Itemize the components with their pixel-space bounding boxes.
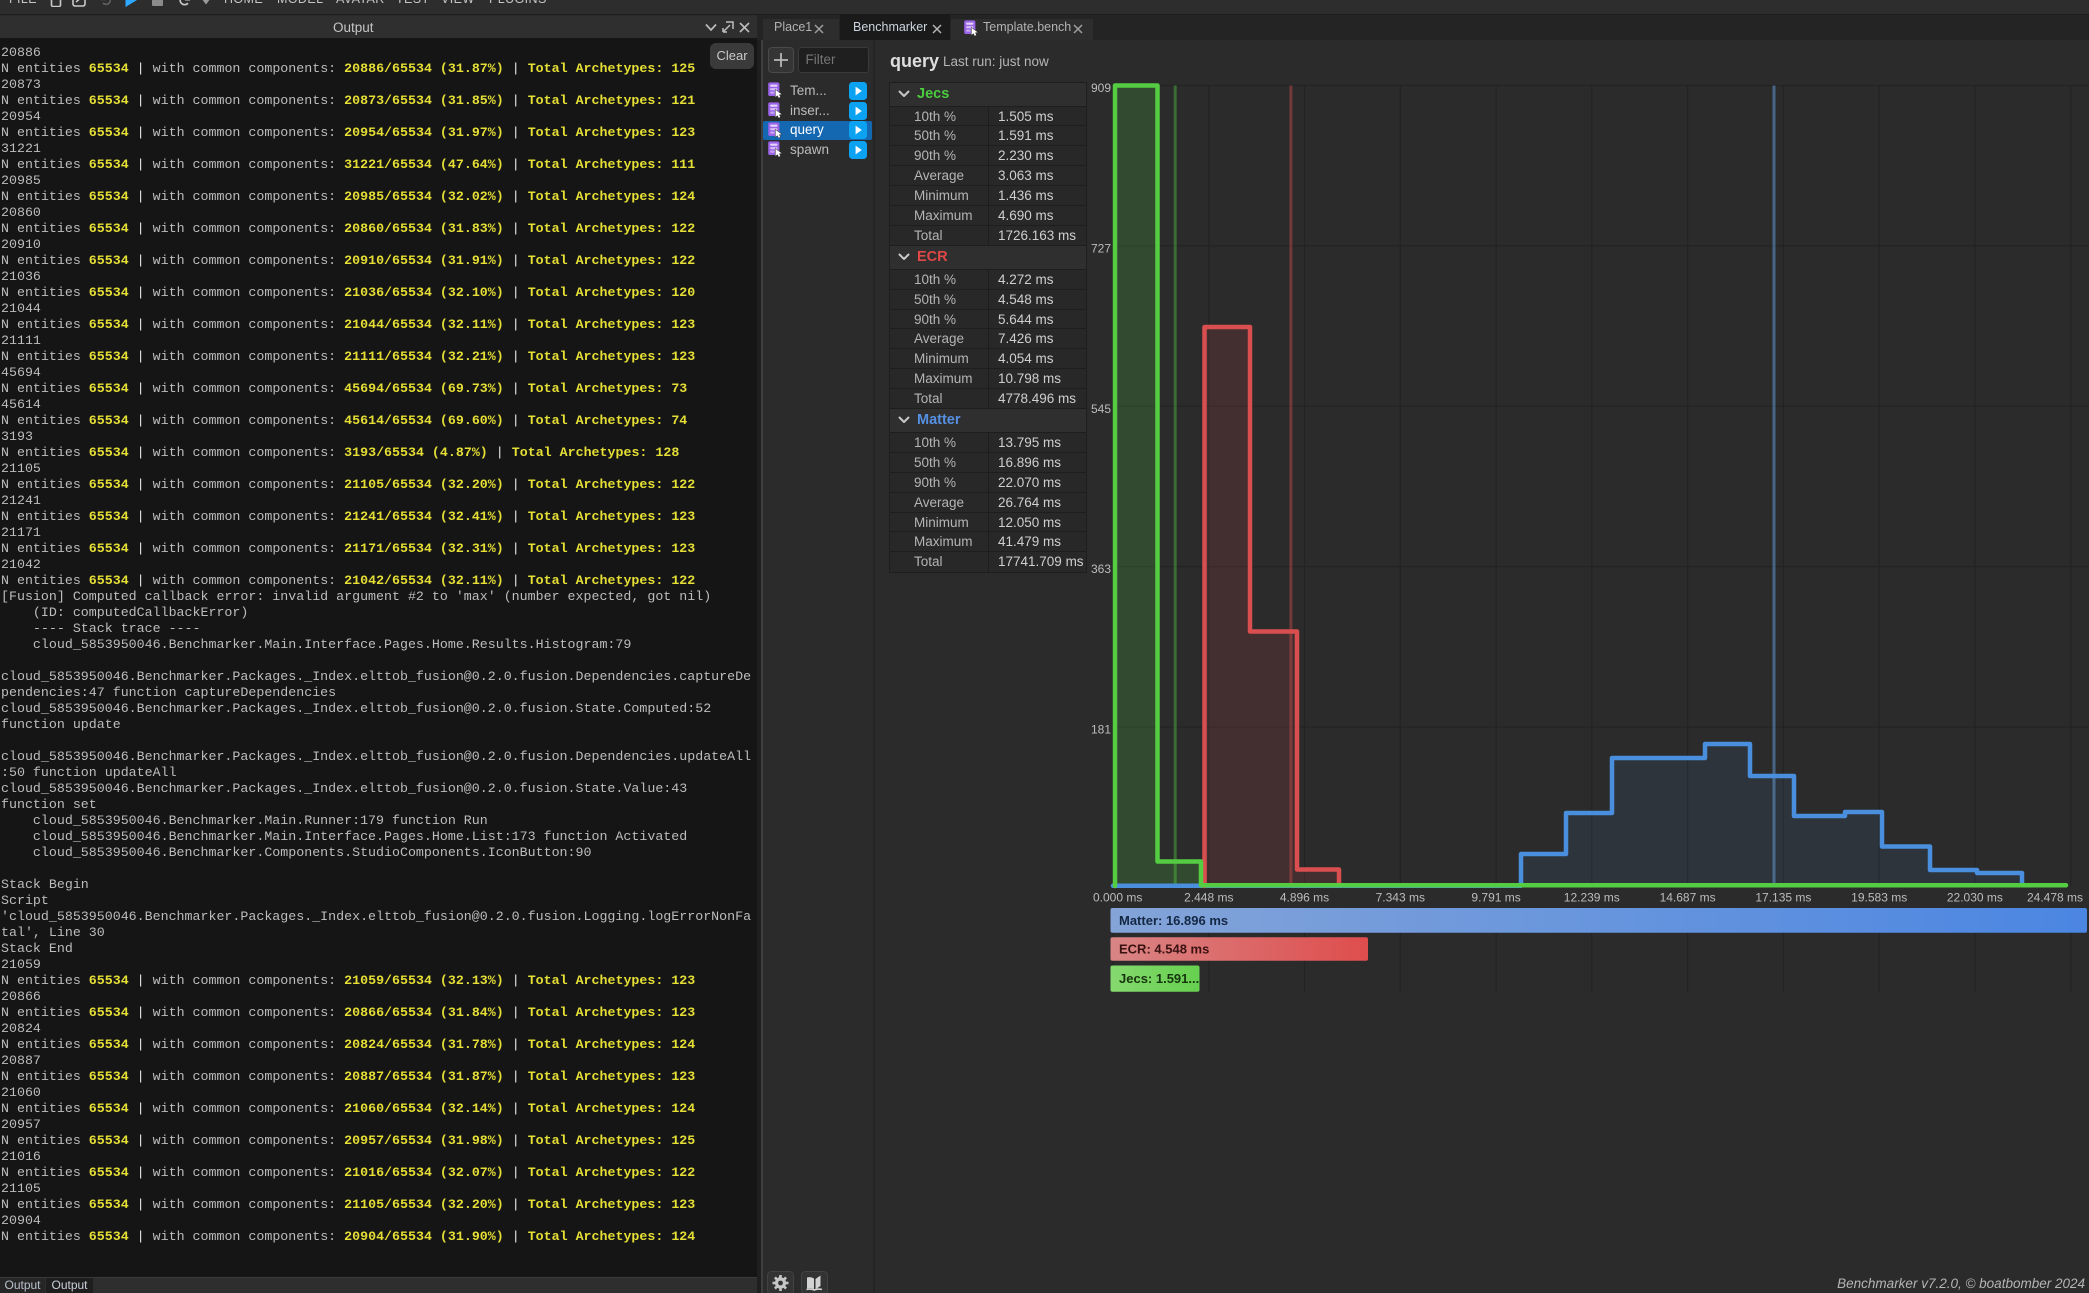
svg-text:ECR: 4.548 ms: ECR: 4.548 ms [1119,942,1209,957]
svg-text:19.583 ms: 19.583 ms [1851,891,1907,905]
svg-text:7.343 ms: 7.343 ms [1376,891,1425,905]
svg-text:363: 363 [1091,562,1111,576]
svg-text:909: 909 [1091,81,1111,95]
svg-text:545: 545 [1091,402,1111,416]
svg-text:9.791 ms: 9.791 ms [1471,891,1520,905]
svg-text:17.135 ms: 17.135 ms [1755,891,1811,905]
svg-text:24.478 ms: 24.478 ms [2027,891,2083,905]
svg-text:4.896 ms: 4.896 ms [1280,891,1329,905]
svg-text:0.000 ms: 0.000 ms [1093,891,1142,905]
svg-text:2.448 ms: 2.448 ms [1184,891,1233,905]
svg-text:727: 727 [1091,241,1111,255]
svg-text:181: 181 [1091,723,1111,737]
svg-text:14.687 ms: 14.687 ms [1660,891,1716,905]
svg-text:Jecs: 1.591...: Jecs: 1.591... [1119,971,1199,986]
svg-text:12.239 ms: 12.239 ms [1564,891,1620,905]
svg-text:22.030 ms: 22.030 ms [1947,891,2003,905]
svg-text:Matter: 16.896 ms: Matter: 16.896 ms [1119,913,1228,928]
